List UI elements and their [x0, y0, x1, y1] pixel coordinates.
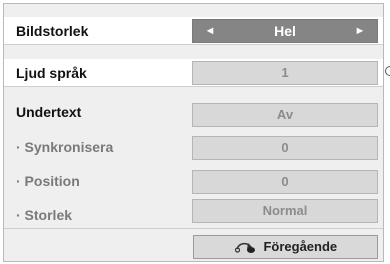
previous-button-label: Föregående — [263, 239, 338, 254]
bildstorlek-selector[interactable]: ◄ Hel ► — [192, 19, 378, 43]
menu-label-position: · Position — [16, 173, 80, 189]
ljud-sprak-value[interactable]: 1 — [192, 61, 378, 85]
return-arrow-icon — [234, 242, 255, 253]
menu-label-ljud-sprak: Ljud språk — [16, 65, 87, 81]
menu-row-position[interactable]: · Position 0 — [4, 167, 383, 195]
bildstorlek-value: Hel — [274, 23, 296, 39]
menu-row-synkronisera[interactable]: · Synkronisera 0 — [4, 133, 383, 161]
menu-label-undertext: Undertext — [16, 104, 82, 120]
menu-label-storlek: · Storlek — [16, 207, 73, 223]
scroll-indicator — [385, 66, 390, 76]
menu-label-bildstorlek: Bildstorlek — [16, 23, 89, 39]
position-value[interactable]: 0 — [192, 170, 378, 194]
synkronisera-value[interactable]: 0 — [192, 136, 378, 160]
arrow-right-icon[interactable]: ► — [351, 20, 369, 42]
menu-row-bildstorlek[interactable]: Bildstorlek ◄ Hel ► — [4, 17, 383, 45]
undertext-value[interactable]: Av — [192, 103, 378, 127]
storlek-value[interactable]: Normal — [192, 199, 378, 223]
settings-panel: Bildstorlek ◄ Hel ► Ljud språk 1 Underte… — [3, 3, 384, 262]
divider — [4, 228, 383, 229]
menu-row-storlek[interactable]: · Storlek Normal — [4, 198, 383, 226]
menu-row-undertext[interactable]: Undertext Av — [4, 98, 383, 127]
menu-row-ljud-sprak[interactable]: Ljud språk 1 — [4, 59, 383, 87]
menu-label-synkronisera: · Synkronisera — [16, 139, 114, 155]
previous-button[interactable]: Föregående — [193, 235, 378, 259]
arrow-left-icon[interactable]: ◄ — [201, 20, 219, 42]
